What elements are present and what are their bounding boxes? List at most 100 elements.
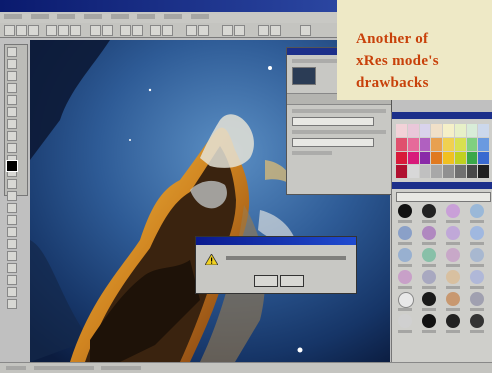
- toolbar-button[interactable]: [120, 25, 131, 36]
- brush-icon[interactable]: [398, 226, 412, 240]
- menu-item[interactable]: [110, 14, 129, 19]
- color-swatch[interactable]: [454, 124, 466, 137]
- tool-button[interactable]: [7, 143, 17, 153]
- color-swatch[interactable]: [443, 124, 454, 137]
- brush-icon[interactable]: [470, 248, 484, 262]
- palette-slider[interactable]: [292, 117, 374, 126]
- brush-icon[interactable]: [446, 204, 460, 218]
- color-swatch[interactable]: [419, 137, 431, 151]
- tool-button[interactable]: [7, 287, 17, 297]
- brush-icon[interactable]: [446, 292, 460, 306]
- toolbar-button[interactable]: [90, 25, 101, 36]
- toolbar-button[interactable]: [46, 25, 57, 36]
- menu-item[interactable]: [4, 14, 22, 19]
- color-swatch[interactable]: [407, 137, 419, 151]
- brush-icon[interactable]: [398, 270, 412, 284]
- color-swatch[interactable]: [431, 124, 442, 137]
- dialog-ok-button[interactable]: [254, 275, 278, 287]
- toolbar-button[interactable]: [186, 25, 197, 36]
- tool-button[interactable]: [7, 203, 17, 213]
- color-swatch[interactable]: [443, 137, 454, 151]
- toolbar-button[interactable]: [234, 25, 245, 36]
- toolbar-button[interactable]: [198, 25, 209, 36]
- menu-item[interactable]: [190, 14, 209, 19]
- tool-button[interactable]: [7, 215, 17, 225]
- palette-slider[interactable]: [292, 138, 374, 147]
- color-swatch[interactable]: [396, 165, 407, 178]
- color-swatch[interactable]: [443, 165, 454, 178]
- menu-item[interactable]: [137, 14, 156, 19]
- tool-button[interactable]: [7, 95, 17, 105]
- brush-set-dropdown[interactable]: [396, 192, 491, 202]
- toolbar-button[interactable]: [16, 25, 27, 36]
- tool-button[interactable]: [7, 227, 17, 237]
- brush-icon[interactable]: [422, 270, 436, 284]
- dialog-cancel-button[interactable]: [280, 275, 304, 287]
- color-swatch[interactable]: [466, 124, 478, 137]
- tool-button[interactable]: [7, 251, 17, 261]
- brush-icon[interactable]: [446, 270, 460, 284]
- tool-button[interactable]: [7, 83, 17, 93]
- toolbar-button[interactable]: [70, 25, 81, 36]
- brush-icon[interactable]: [398, 204, 412, 218]
- toolbar-button[interactable]: [58, 25, 69, 36]
- brush-icon[interactable]: [446, 314, 460, 328]
- brush-icon[interactable]: [422, 204, 436, 218]
- menu-item[interactable]: [57, 14, 76, 19]
- brush-icon[interactable]: [398, 314, 412, 328]
- tool-button[interactable]: [7, 71, 17, 81]
- color-swatch[interactable]: [478, 137, 489, 151]
- menu-item[interactable]: [164, 14, 183, 19]
- brush-icon[interactable]: [446, 226, 460, 240]
- toolbar-button[interactable]: [270, 25, 281, 36]
- palette-thumbnail[interactable]: [292, 67, 316, 85]
- tool-button[interactable]: [7, 131, 17, 141]
- brush-icon[interactable]: [470, 204, 484, 218]
- tool-button[interactable]: [7, 299, 17, 309]
- color-swatch[interactable]: [419, 165, 431, 178]
- tool-button[interactable]: [7, 179, 17, 189]
- color-swatch[interactable]: [466, 137, 478, 151]
- color-swatch-icon[interactable]: [6, 160, 18, 172]
- toolbar-button[interactable]: [4, 25, 15, 36]
- menu-item[interactable]: [30, 14, 49, 19]
- color-swatch[interactable]: [454, 165, 466, 178]
- color-swatch[interactable]: [407, 151, 419, 165]
- brush-icon[interactable]: [470, 314, 484, 328]
- brush-icon[interactable]: [470, 292, 484, 306]
- dialog-titlebar[interactable]: [196, 237, 356, 245]
- brush-icon[interactable]: [422, 248, 436, 262]
- toolbar-button[interactable]: [102, 25, 113, 36]
- color-swatch[interactable]: [478, 124, 489, 137]
- color-swatch[interactable]: [419, 151, 431, 165]
- color-swatch[interactable]: [466, 151, 478, 165]
- panel-titlebar[interactable]: [392, 112, 492, 119]
- color-swatch[interactable]: [407, 165, 419, 178]
- color-swatch[interactable]: [454, 137, 466, 151]
- color-swatch[interactable]: [478, 165, 489, 178]
- color-swatch[interactable]: [396, 137, 407, 151]
- tool-button[interactable]: [7, 263, 17, 273]
- brush-icon[interactable]: [422, 292, 436, 306]
- brush-icon[interactable]: [398, 248, 412, 262]
- brush-icon[interactable]: [470, 226, 484, 240]
- menu-item[interactable]: [84, 14, 103, 19]
- toolbar-button[interactable]: [150, 25, 161, 36]
- brush-icon[interactable]: [446, 248, 460, 262]
- toolbar-button[interactable]: [132, 25, 143, 36]
- color-swatch[interactable]: [431, 165, 442, 178]
- brush-icon[interactable]: [422, 314, 436, 328]
- tool-button[interactable]: [7, 59, 17, 69]
- color-swatch[interactable]: [419, 124, 431, 137]
- tool-button[interactable]: [7, 119, 17, 129]
- toolbar-button[interactable]: [300, 25, 311, 36]
- color-swatch[interactable]: [466, 165, 478, 178]
- color-swatch[interactable]: [431, 137, 442, 151]
- tool-button[interactable]: [7, 239, 17, 249]
- toolbar-button[interactable]: [258, 25, 269, 36]
- color-swatch[interactable]: [454, 151, 466, 165]
- brush-icon[interactable]: [470, 270, 484, 284]
- color-swatch[interactable]: [431, 151, 442, 165]
- color-swatch[interactable]: [396, 124, 407, 137]
- tool-button[interactable]: [7, 107, 17, 117]
